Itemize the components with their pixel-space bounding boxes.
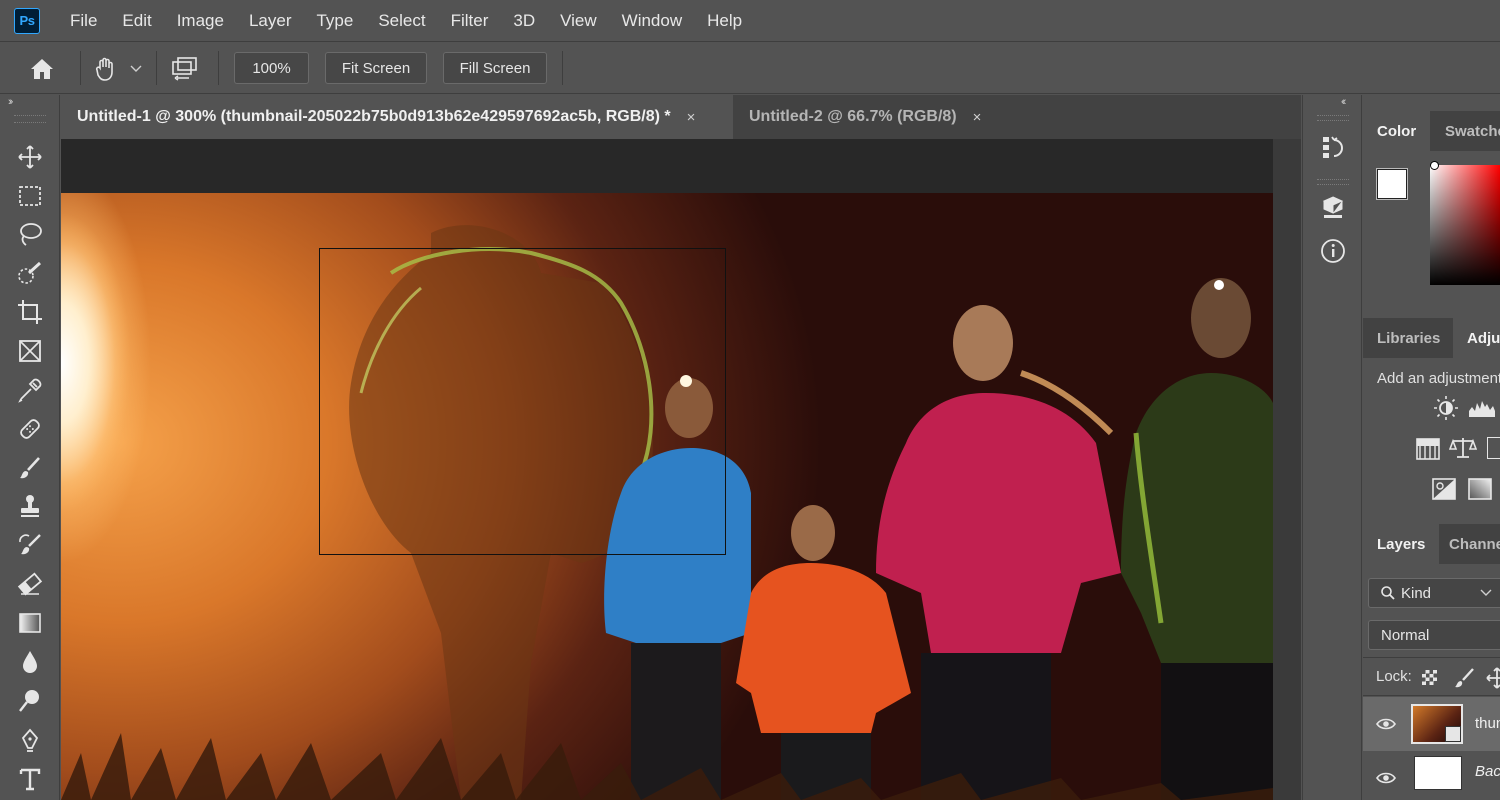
history-panel-icon[interactable] [1315, 129, 1351, 165]
history-brush-tool-icon[interactable] [10, 528, 50, 562]
pen-tool-icon[interactable] [10, 723, 50, 757]
adjustment-hint: Add an adjustment [1377, 370, 1500, 387]
color-picker-handle[interactable] [1430, 161, 1439, 170]
marquee-tool-icon[interactable] [10, 179, 50, 213]
tab-color[interactable]: Color [1363, 111, 1431, 151]
color-panel-header: Color Swatches [1363, 111, 1500, 151]
color-picker-field[interactable] [1430, 165, 1500, 285]
clone-stamp-tool-icon[interactable] [10, 489, 50, 523]
tab-untitled-2-label: Untitled-2 @ 66.7% (RGB/8) [749, 108, 957, 125]
blend-mode-value: Normal [1381, 626, 1430, 644]
info-panel-icon[interactable] [1315, 233, 1351, 269]
layers-panel-header: Layers Channels [1363, 524, 1500, 564]
canvas-image[interactable] [61, 193, 1273, 800]
tab-libraries[interactable]: Libraries [1363, 318, 1454, 358]
menu-bar: Ps File Edit Image Layer Type Select Fil… [0, 0, 1500, 42]
chevron-down-icon [1480, 589, 1492, 596]
foreground-color-swatch[interactable] [1376, 168, 1408, 200]
tab-untitled-1[interactable]: Untitled-1 @ 300% (thumbnail-205022b75b0… [61, 95, 733, 139]
adjustments-panel-header: Libraries Adjustments [1363, 318, 1500, 358]
lock-transparent-pixels-icon[interactable] [1422, 670, 1437, 685]
document-tab-bar: Untitled-1 @ 300% (thumbnail-205022b75b0… [61, 95, 1301, 139]
close-icon[interactable]: × [687, 109, 696, 126]
lock-label: Lock: [1376, 668, 1412, 685]
tools-panel: ›› [0, 95, 60, 800]
visibility-eye-icon[interactable] [1376, 771, 1396, 785]
layer-kind-label: Kind [1401, 584, 1432, 602]
scroll-all-windows-icon[interactable] [168, 55, 200, 83]
tab-untitled-2[interactable]: Untitled-2 @ 66.7% (RGB/8) × [733, 95, 1005, 139]
layer-name[interactable]: Background [1475, 763, 1500, 780]
menu-image[interactable]: Image [177, 11, 224, 31]
lock-position-icon[interactable] [1486, 667, 1500, 692]
menu-file[interactable]: File [70, 11, 97, 31]
menu-3d[interactable]: 3D [513, 11, 535, 31]
gradient-tool-icon[interactable] [10, 606, 50, 640]
layer-name[interactable]: thumbnail [1475, 715, 1500, 732]
menu-select[interactable]: Select [378, 11, 425, 31]
lasso-tool-icon[interactable] [10, 217, 50, 251]
move-tool-icon[interactable] [10, 140, 50, 174]
menu-window[interactable]: Window [622, 11, 682, 31]
collapsed-panel-strip: ‹‹ [1302, 95, 1362, 800]
menu-filter[interactable]: Filter [451, 11, 489, 31]
search-icon [1381, 586, 1395, 600]
invert-icon[interactable] [1431, 477, 1457, 504]
strip-grip[interactable] [1317, 179, 1349, 185]
curves-icon[interactable] [1415, 437, 1441, 464]
color-balance-icon[interactable] [1448, 435, 1478, 464]
properties-3d-panel-icon[interactable] [1315, 190, 1351, 226]
collapse-panels-icon[interactable]: ‹‹ [1341, 96, 1347, 108]
tab-swatches[interactable]: Swatches [1431, 111, 1500, 151]
fit-screen-button[interactable]: Fit Screen [325, 52, 427, 84]
fill-screen-button[interactable]: Fill Screen [443, 52, 547, 84]
blur-tool-icon[interactable] [10, 645, 50, 679]
eraser-tool-icon[interactable] [10, 567, 50, 601]
tab-adjustments[interactable]: Adjustments [1453, 318, 1500, 358]
gradient-map-icon[interactable] [1467, 477, 1493, 504]
brightness-contrast-icon[interactable] [1433, 395, 1459, 424]
menu-edit[interactable]: Edit [122, 11, 151, 31]
right-panels: Color Swatches Libraries Adjustments Add… [1363, 95, 1500, 800]
menu-layer[interactable]: Layer [249, 11, 292, 31]
strip-grip[interactable] [1317, 115, 1349, 121]
tab-untitled-1-label: Untitled-1 @ 300% (thumbnail-205022b75b0… [77, 108, 671, 125]
layer-kind-filter[interactable]: Kind [1368, 578, 1500, 608]
photoshop-logo: Ps [14, 7, 40, 34]
home-icon[interactable] [28, 55, 56, 83]
close-icon[interactable]: × [973, 109, 982, 126]
exposure-icon[interactable] [1487, 437, 1500, 459]
marquee-selection[interactable] [319, 248, 726, 555]
crop-tool-icon[interactable] [10, 295, 50, 329]
frame-tool-icon[interactable] [10, 334, 50, 368]
levels-icon[interactable] [1467, 397, 1497, 422]
brush-tool-icon[interactable] [10, 451, 50, 485]
layer-row-background[interactable]: Background [1363, 751, 1500, 800]
dodge-tool-icon[interactable] [10, 684, 50, 718]
expand-toolbar-icon[interactable]: ›› [8, 96, 14, 108]
smart-object-icon [1445, 726, 1461, 742]
menu-help[interactable]: Help [707, 11, 742, 31]
menu-type[interactable]: Type [316, 11, 353, 31]
spot-healing-brush-icon[interactable] [10, 412, 50, 446]
zoom-value-button[interactable]: 100% [234, 52, 309, 84]
quick-selection-tool-icon[interactable] [10, 256, 50, 290]
tab-channels[interactable]: Channels [1435, 524, 1500, 564]
document-area: Untitled-1 @ 300% (thumbnail-205022b75b0… [61, 95, 1301, 800]
layer-thumbnail [1414, 756, 1462, 790]
visibility-eye-icon[interactable] [1376, 717, 1396, 731]
lock-image-pixels-icon[interactable] [1453, 667, 1475, 692]
toolbar-grip[interactable] [14, 115, 46, 123]
options-bar: 100% Fit Screen Fill Screen [0, 43, 1500, 94]
eyedropper-tool-icon[interactable] [10, 373, 50, 407]
color-panel-body [1363, 151, 1500, 316]
tab-layers[interactable]: Layers [1363, 524, 1440, 564]
layer-row-thumbnail[interactable]: thumbnail [1363, 697, 1500, 751]
chevron-down-icon[interactable] [128, 61, 144, 77]
hand-tool-icon[interactable] [92, 55, 120, 83]
type-tool-icon[interactable] [10, 762, 50, 796]
vertical-scrollbar[interactable] [1273, 139, 1301, 800]
blend-mode-select[interactable]: Normal [1368, 620, 1500, 650]
menu-view[interactable]: View [560, 11, 597, 31]
